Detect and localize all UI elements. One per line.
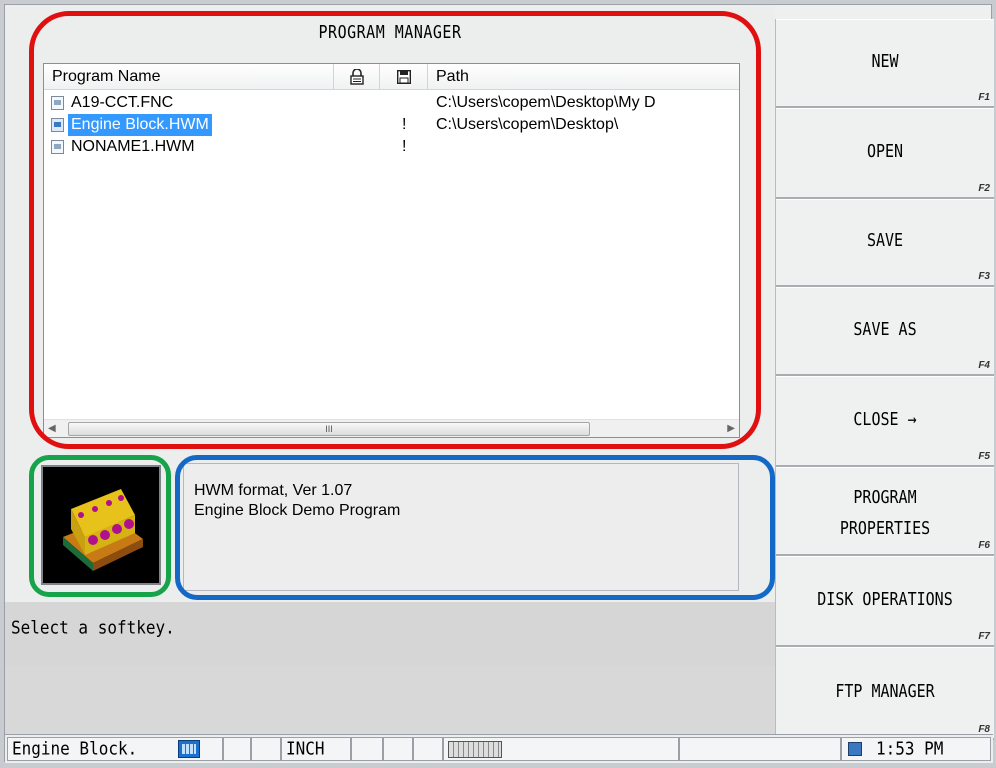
softkey-label: DISK OPERATIONS [817,587,953,610]
softkey-f8[interactable]: FTP MANAGER F8 [776,647,994,740]
page-title: PROGRAM MANAGER [318,21,462,43]
softkey-label: OPEN [866,139,904,162]
modified-flag: ! [402,116,407,133]
program-name[interactable]: NONAME1.HWM [68,136,198,158]
column-path[interactable]: Path [428,64,740,90]
status-clock: 1:53 PM [841,737,991,761]
function-key-label: F6 [978,540,990,551]
work-area: PROGRAM MANAGER Program Name Path A19-CC… [5,5,775,740]
function-key-label: F3 [978,271,990,282]
softkey-panel: NEW F1 OPEN F2 SAVE F3 SAVE AS F4 CLOSE → F5 PROGR… [775,19,994,740]
scroll-right-icon[interactable]: ▶ [727,423,735,434]
status-units: INCH [281,737,351,761]
softkey-label: FTP MANAGER [835,679,935,702]
function-key-label: F1 [978,92,990,103]
clock-time: 1:53 PM [876,738,944,759]
softkey-f7[interactable]: DISK OPERATIONS F7 [776,556,994,647]
function-key-label: F2 [978,183,990,194]
table-row[interactable]: A19-CCT.FNC C:\Users\copem\Desktop\My D [44,92,739,114]
computer-icon [848,742,862,756]
program-path: C:\Users\copem\Desktop\My D [436,94,656,111]
softkey-label: NEW [871,49,899,72]
softkey-label: PROGRAM [853,485,917,508]
softkey-label: SAVE [866,229,904,251]
program-rows: A19-CCT.FNC C:\Users\copem\Desktop\My D En… [44,92,739,158]
status-bar: Engine Block. INCH 1:53 PM [5,734,993,763]
status-cell [413,737,443,761]
softkey-f5[interactable]: CLOSE → F5 [776,376,994,467]
floppy-disk-icon [396,69,411,85]
softkey-label: SAVE AS [853,317,917,340]
program-list[interactable]: Program Name Path A19-CCT.FNC C:\Users\c… [43,63,740,438]
status-cell [251,737,281,761]
keyboard-icon[interactable] [448,741,502,758]
softkey-f2[interactable]: OPEN F2 [776,108,994,199]
function-key-label: F7 [978,631,990,642]
softkey-f6[interactable]: PROGRAM PROPERTIES F6 [776,467,994,556]
function-key-label: F5 [978,451,990,462]
description-format: HWM format, Ver 1.07 [194,482,353,499]
file-icon [51,118,64,132]
program-preview-thumbnail [41,465,161,585]
softkey-f3[interactable]: SAVE F3 [776,199,994,287]
list-header: Program Name Path [44,64,739,90]
scroll-thumb[interactable]: III [68,422,590,436]
softkey-f1[interactable]: NEW F1 [776,19,994,108]
softkey-f4[interactable]: SAVE AS F4 [776,287,994,376]
column-lock[interactable] [334,64,380,90]
table-row[interactable]: Engine Block.HWM! C:\Users\copem\Desktop\ [44,113,739,137]
message-text: Select a softkey. [11,617,175,638]
status-program-name: Engine Block. [12,738,138,759]
description-title: Engine Block Demo Program [194,502,401,519]
status-cell [679,737,841,761]
calculator-icon[interactable] [178,740,200,758]
softkey-label: CLOSE → [853,407,917,430]
file-icon [51,96,64,110]
program-description: HWM format, Ver 1.07 Engine Block Demo P… [183,463,739,591]
input-area [5,666,775,734]
column-program-name[interactable]: Program Name [44,64,334,90]
program-name[interactable]: Engine Block.HWM [67,113,213,137]
horizontal-scrollbar[interactable]: ◀ III ▶ [44,419,739,437]
status-cell [383,737,413,761]
engine-block-icon [63,489,143,571]
file-icon [51,140,64,154]
modified-flag: ! [402,138,407,155]
status-program: Engine Block. [7,737,223,761]
message-bar: Select a softkey. [5,602,775,666]
softkey-label-line2: PROPERTIES [839,516,931,539]
table-row[interactable]: NONAME1.HWM! [44,136,739,158]
status-keyboard [443,737,679,761]
scroll-left-icon[interactable]: ◀ [48,423,56,434]
units-label: INCH [286,738,325,759]
lock-icon [349,68,364,85]
program-manager-window: PROGRAM MANAGER Program Name Path A19-CC… [4,4,994,763]
program-path: C:\Users\copem\Desktop\ [436,116,619,133]
column-modified[interactable] [380,64,428,90]
function-key-label: F4 [978,360,990,371]
program-name[interactable]: A19-CCT.FNC [68,92,176,114]
status-cell [223,737,251,761]
status-cell [351,737,383,761]
